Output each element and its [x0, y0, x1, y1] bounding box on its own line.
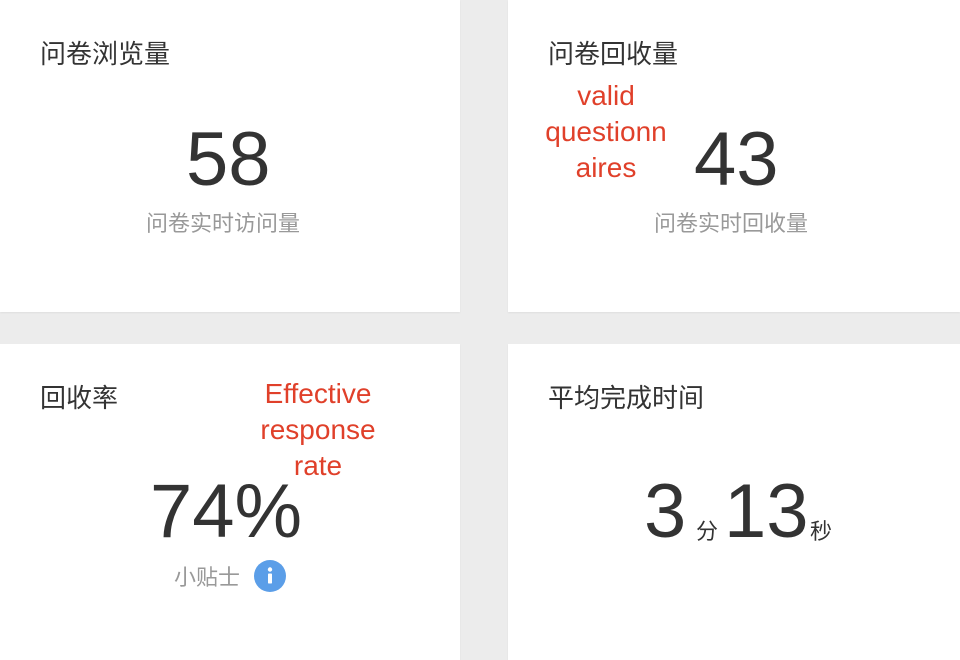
- rate-value: 74%: [150, 469, 303, 554]
- minutes-unit: 分: [696, 520, 719, 545]
- card-title-collected: 问卷回收量: [548, 40, 679, 70]
- card-title-avg-time: 平均完成时间: [548, 384, 705, 414]
- avg-seconds-value: 13: [724, 469, 809, 554]
- card-survey-collected: 问卷回收量 valid questionn aires 43 问卷实时回收量: [508, 0, 960, 312]
- card-average-completion-time: 平均完成时间 3 分 13 秒: [508, 344, 960, 660]
- card-survey-views: 问卷浏览量 58 问卷实时访问量: [0, 0, 460, 312]
- tip-label[interactable]: 小贴士: [174, 560, 240, 592]
- seconds-unit: 秒: [810, 520, 833, 545]
- info-icon[interactable]: [254, 560, 286, 592]
- card-title-views: 问卷浏览量: [40, 40, 171, 70]
- annotation-effective-response-rate: Effective response rate: [260, 378, 376, 481]
- card-title-rate: 回收率: [40, 384, 119, 414]
- avg-minutes-value: 3: [644, 469, 687, 554]
- card-response-rate: 回收率 Effective response rate 74% 小贴士: [0, 344, 460, 660]
- views-sub-label: 问卷实时访问量: [146, 212, 301, 237]
- collected-value: 43: [694, 117, 779, 202]
- annotation-valid-questionnaires: valid questionn aires: [545, 80, 667, 183]
- collected-sub-label: 问卷实时回收量: [654, 212, 809, 237]
- views-value: 58: [186, 117, 271, 202]
